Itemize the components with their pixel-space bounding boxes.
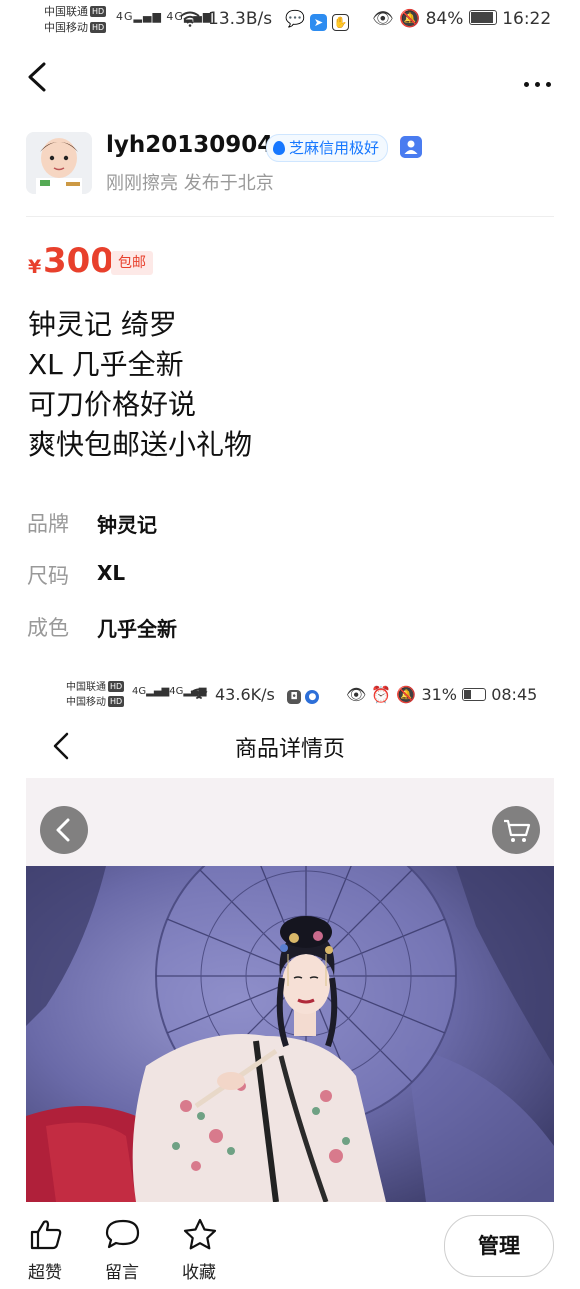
comment-icon[interactable] <box>104 1218 144 1250</box>
product-image-header <box>26 778 554 866</box>
inner-alarm-icon: ⏰ <box>371 685 392 704</box>
seller-avatar[interactable] <box>26 132 92 194</box>
attr-value-condition: 几乎全新 <box>97 617 177 641</box>
wifi-icon <box>180 11 200 27</box>
credit-badge-label: 芝麻信用极好 <box>289 139 380 157</box>
description-line-3: 可刀价格好说 <box>28 388 197 421</box>
inner-hd-1: HD <box>108 681 125 692</box>
hand-app-icon: ✋ <box>332 14 350 31</box>
inner-hd-2: HD <box>108 696 125 707</box>
inner-carrier-info: 中国联通 HD 中国移动 HD <box>66 680 125 710</box>
carrier-2: 中国移动 <box>44 21 88 34</box>
inner-app-icon-2: ● <box>305 690 320 704</box>
verified-user-icon <box>400 136 422 158</box>
currency-symbol: ¥ <box>28 256 42 278</box>
clock: 16:22 <box>502 9 552 29</box>
inner-wifi-icon <box>190 688 208 700</box>
wechat-icon: 💬 <box>285 9 305 28</box>
inner-network-speed: 43.6K/s <box>215 685 275 704</box>
battery-percent: 84% <box>425 9 464 29</box>
description-line-2: XL 几乎全新 <box>28 348 184 381</box>
hd-badge-1: HD <box>90 6 107 17</box>
hd-badge-2: HD <box>90 22 107 33</box>
inner-app-icon-1: ◘ <box>287 690 301 704</box>
seller-username[interactable]: lyh20130904 <box>106 132 273 158</box>
attr-value-size: XL <box>97 561 126 585</box>
carrier-info: 中国联通 HD 中国移动 HD <box>44 4 107 36</box>
thumbs-up-icon[interactable] <box>28 1218 68 1250</box>
attr-value-brand: 钟灵记 <box>97 513 157 537</box>
inner-network-1: 4G <box>132 686 147 697</box>
description-line-4: 爽快包邮送小礼物 <box>28 428 253 461</box>
product-photo <box>26 866 554 1202</box>
status-bar: 中国联通 HD 中国移动 HD 4G▂▄▆ 4G▂▄▆ 13.3B/s 💬 ➤ ✋ … <box>0 0 580 40</box>
cart-icon <box>504 819 531 842</box>
manage-button[interactable]: 管理 <box>444 1215 554 1277</box>
attr-label-brand: 品牌 <box>27 512 69 536</box>
star-icon[interactable] <box>180 1218 220 1250</box>
eye-icon: 👁 <box>372 9 394 29</box>
attr-label-condition: 成色 <box>27 616 69 640</box>
system-status: 👁 🔕 84% 16:22 <box>372 9 551 29</box>
like-label[interactable]: 超赞 <box>28 1258 62 1283</box>
inner-system-status: 👁 ⏰ 🔕 31% 08:45 <box>346 685 537 704</box>
back-icon[interactable] <box>26 62 48 92</box>
free-shipping-tag: 包邮 <box>111 251 153 275</box>
comment-label[interactable]: 留言 <box>105 1258 139 1283</box>
send-app-icon: ➤ <box>310 14 328 31</box>
inner-clock: 08:45 <box>491 685 538 704</box>
divider <box>26 216 554 217</box>
inner-battery-percent: 31% <box>421 685 457 704</box>
app-notification-icons: 💬 ➤ ✋ <box>285 9 350 31</box>
inner-carrier-2: 中国移动 <box>66 697 106 708</box>
network-speed: 13.3B/s <box>208 9 273 29</box>
more-options-icon[interactable] <box>524 72 558 87</box>
inner-eye-icon: 👁 <box>346 685 367 704</box>
inner-page-title: 商品详情页 <box>234 737 345 762</box>
description-line-1: 钟灵记 绮罗 <box>28 308 177 341</box>
battery-fill <box>470 12 493 23</box>
carrier-1: 中国联通 <box>44 5 88 18</box>
inner-mute-icon: 🔕 <box>396 685 417 704</box>
inner-cart-button <box>492 806 540 854</box>
inner-app-icons: ◘ ● <box>287 685 320 704</box>
sesame-credit-icon <box>273 141 285 155</box>
inner-battery-fill <box>464 690 471 699</box>
inner-carrier-1: 中国联通 <box>66 682 106 693</box>
post-info: 刚刚擦亮 发布于北京 <box>106 173 274 194</box>
inner-battery-icon <box>462 688 487 701</box>
battery-icon <box>468 10 497 25</box>
network-label-1: 4G <box>116 10 134 23</box>
hanfu-photo-illustration <box>26 866 554 1202</box>
attr-label-size: 尺码 <box>27 564 69 588</box>
favorite-label[interactable]: 收藏 <box>182 1258 216 1283</box>
credit-badge[interactable]: 芝麻信用极好 <box>266 134 389 162</box>
chevron-left-icon <box>56 818 70 842</box>
mute-icon: 🔕 <box>399 9 421 29</box>
inner-network-2: 4G <box>169 686 184 697</box>
inner-circle-back-button <box>40 806 88 854</box>
price-amount: 300 <box>43 241 114 281</box>
